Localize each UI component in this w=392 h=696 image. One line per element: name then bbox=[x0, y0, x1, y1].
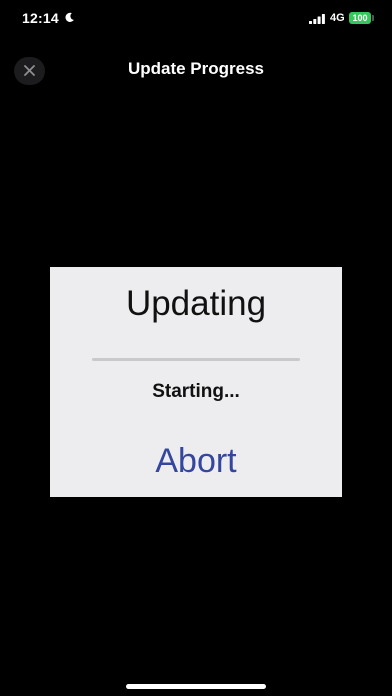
moon-icon bbox=[65, 12, 74, 22]
signal-icon bbox=[309, 14, 325, 24]
status-time: 12:14 bbox=[22, 10, 59, 26]
battery-icon: 100 bbox=[349, 12, 371, 24]
page-title: Update Progress bbox=[127, 59, 265, 78]
progress-bar bbox=[92, 358, 300, 361]
battery-tip bbox=[372, 15, 374, 21]
update-dialog: Updating Starting... Abort bbox=[50, 267, 342, 497]
status-bar: 12:14 4G 100 bbox=[0, 0, 392, 40]
abort-button[interactable]: Abort bbox=[136, 439, 256, 483]
home-indicator[interactable] bbox=[126, 684, 266, 689]
status-text: Starting... bbox=[152, 381, 240, 402]
dialog-title: Updating bbox=[125, 284, 267, 323]
network-type-label: 4G bbox=[330, 12, 345, 24]
